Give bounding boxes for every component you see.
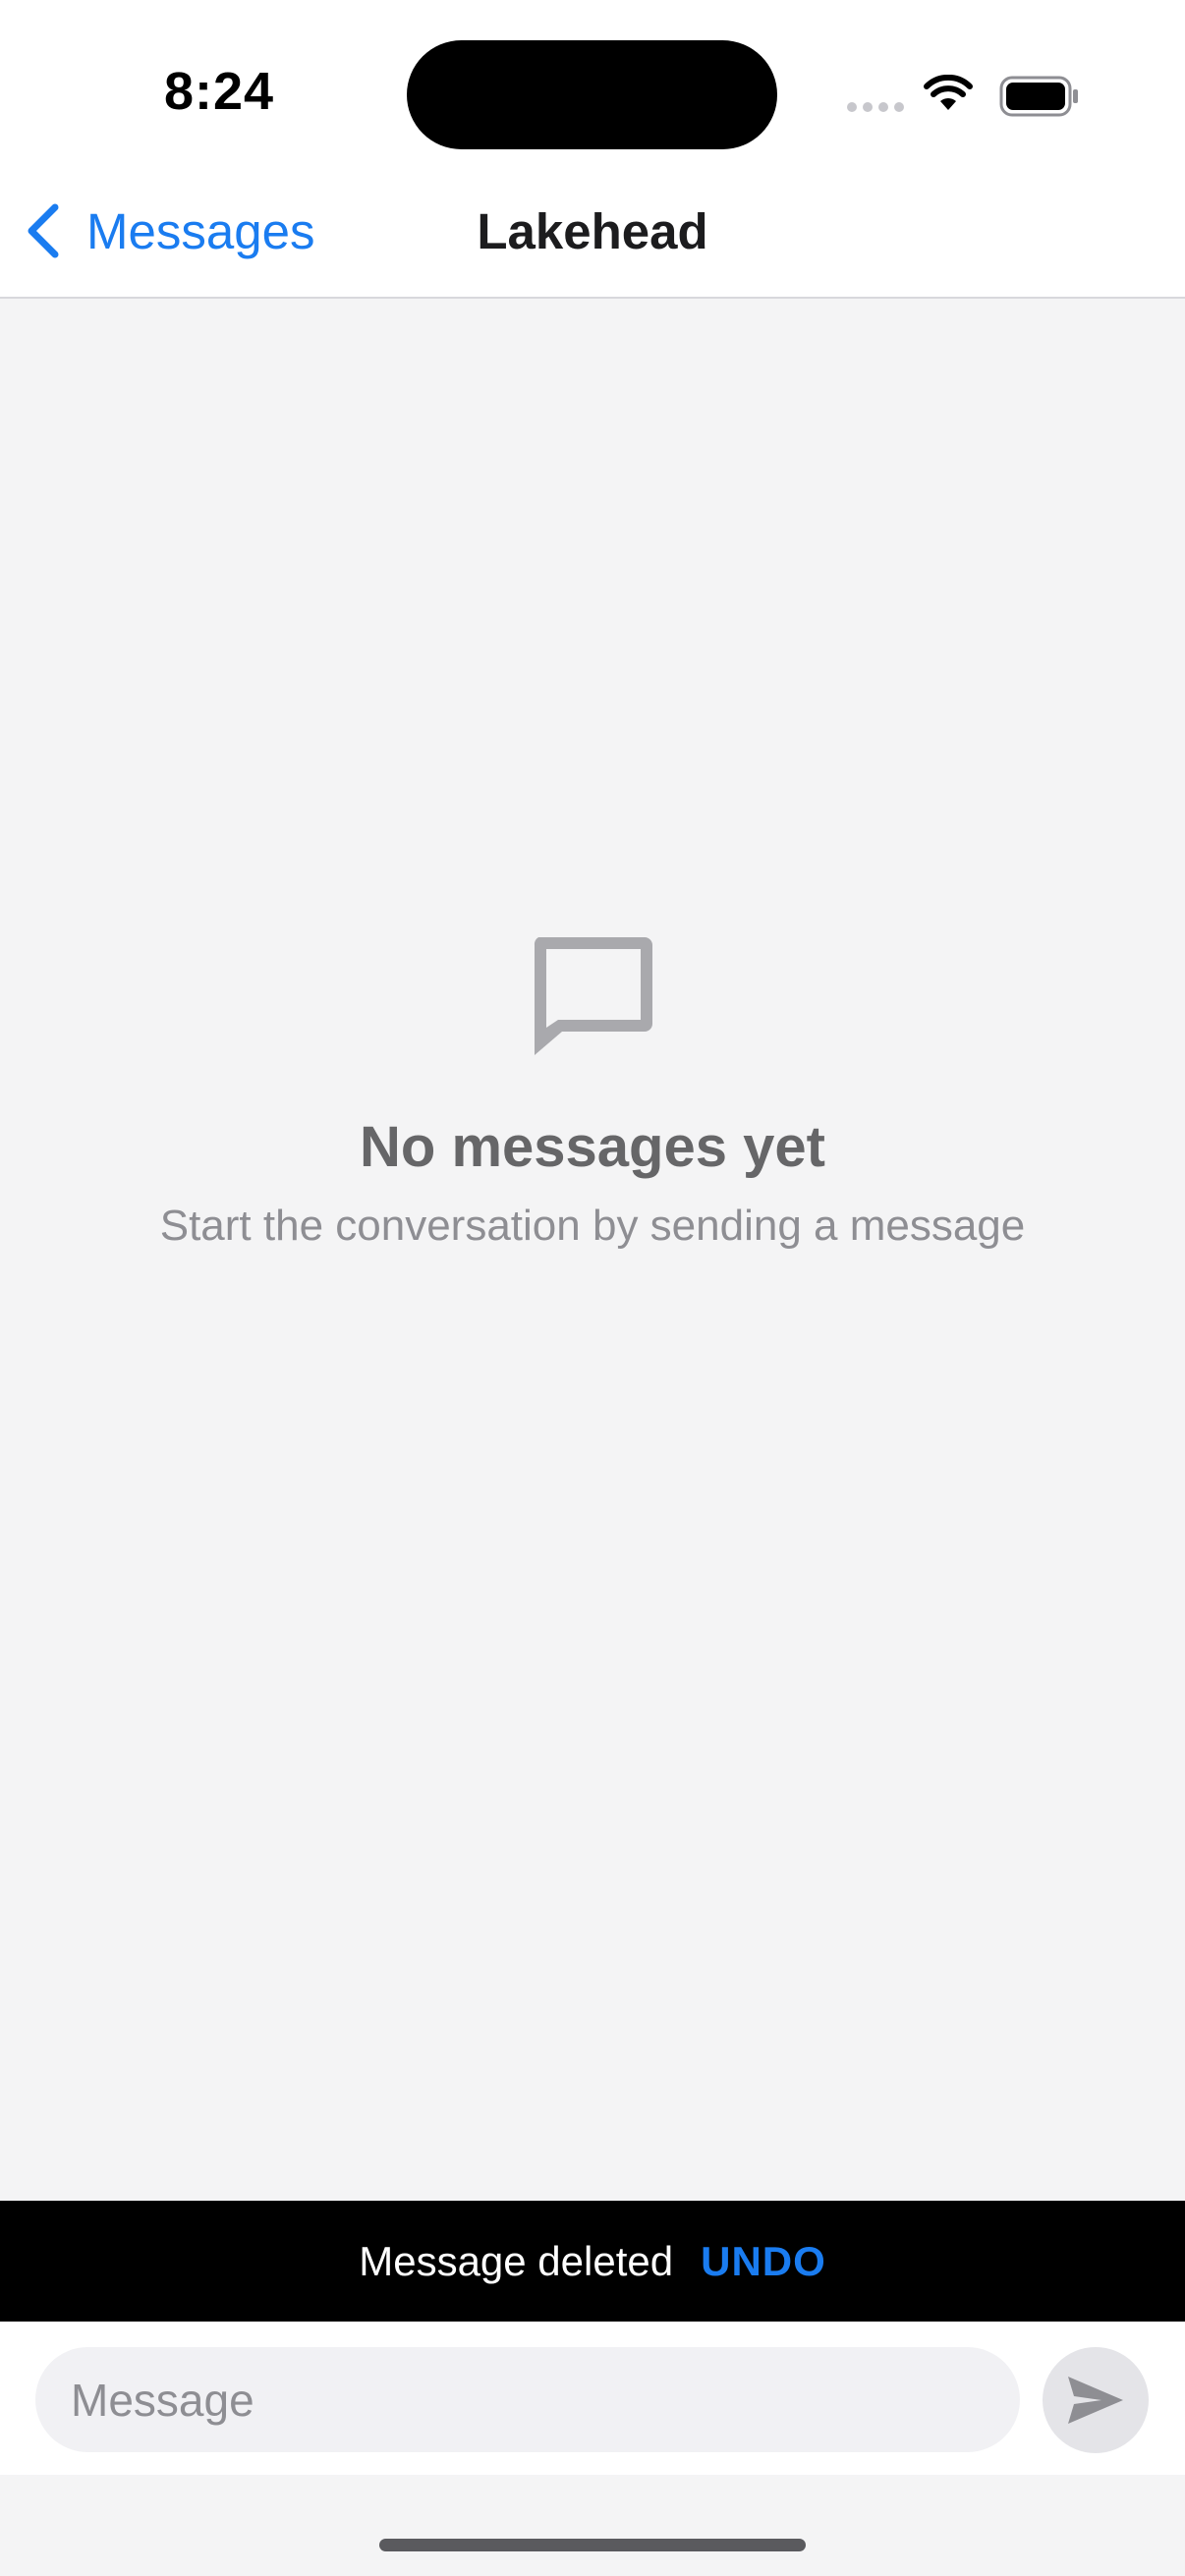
snackbar-message: Message deleted [359, 2237, 674, 2284]
undo-button[interactable]: UNDO [701, 2238, 826, 2285]
chat-bubble-icon [534, 937, 652, 1055]
send-icon [1068, 2377, 1123, 2424]
send-button[interactable] [1043, 2347, 1149, 2453]
home-indicator [379, 2539, 806, 2551]
dynamic-island [407, 40, 777, 149]
snackbar: Message deleted UNDO [0, 2201, 1185, 2322]
empty-state-subtitle: Start the conversation by sending a mess… [159, 1202, 1026, 1250]
page-title: Lakehead [477, 203, 708, 259]
message-composer [0, 2322, 1185, 2475]
cellular-signal-icon [847, 102, 904, 112]
message-input[interactable] [35, 2347, 1020, 2452]
status-bar: 8:24 [0, 0, 1185, 167]
battery-icon [999, 76, 1078, 117]
navigation-bar: Messages Lakehead [0, 167, 1185, 299]
status-time: 8:24 [163, 62, 275, 121]
empty-state: No messages yet Start the conversation b… [0, 933, 1185, 1251]
empty-state-title: No messages yet [360, 1115, 825, 1179]
wifi-icon [924, 75, 973, 110]
